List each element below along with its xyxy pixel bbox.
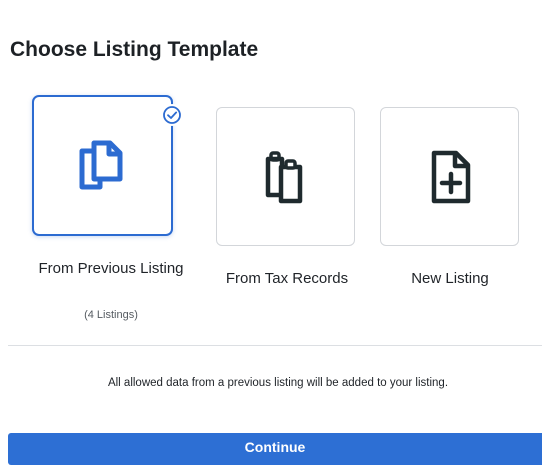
continue-button[interactable]: Continue bbox=[8, 433, 542, 465]
clipboards-icon bbox=[265, 150, 302, 203]
template-label-new-listing: New Listing bbox=[411, 270, 489, 287]
template-sublabel-listing-count: (4 Listings) bbox=[84, 309, 138, 321]
template-card-new-listing[interactable] bbox=[380, 107, 519, 246]
template-label-previous-listing: From Previous Listing bbox=[38, 260, 184, 277]
template-card-previous-listing[interactable] bbox=[32, 95, 183, 236]
copy-documents-icon bbox=[79, 140, 122, 189]
page-title: Choose Listing Template bbox=[10, 38, 259, 61]
template-label-tax-records: From Tax Records bbox=[225, 270, 349, 287]
selected-check-icon bbox=[161, 104, 183, 126]
choose-template-page: Choose Listing Template From Previous Li… bbox=[0, 0, 542, 465]
template-card-tax-records[interactable] bbox=[216, 107, 355, 246]
new-document-plus-icon bbox=[431, 150, 470, 203]
info-text: All allowed data from a previous listing… bbox=[107, 377, 449, 389]
section-divider bbox=[8, 345, 542, 346]
